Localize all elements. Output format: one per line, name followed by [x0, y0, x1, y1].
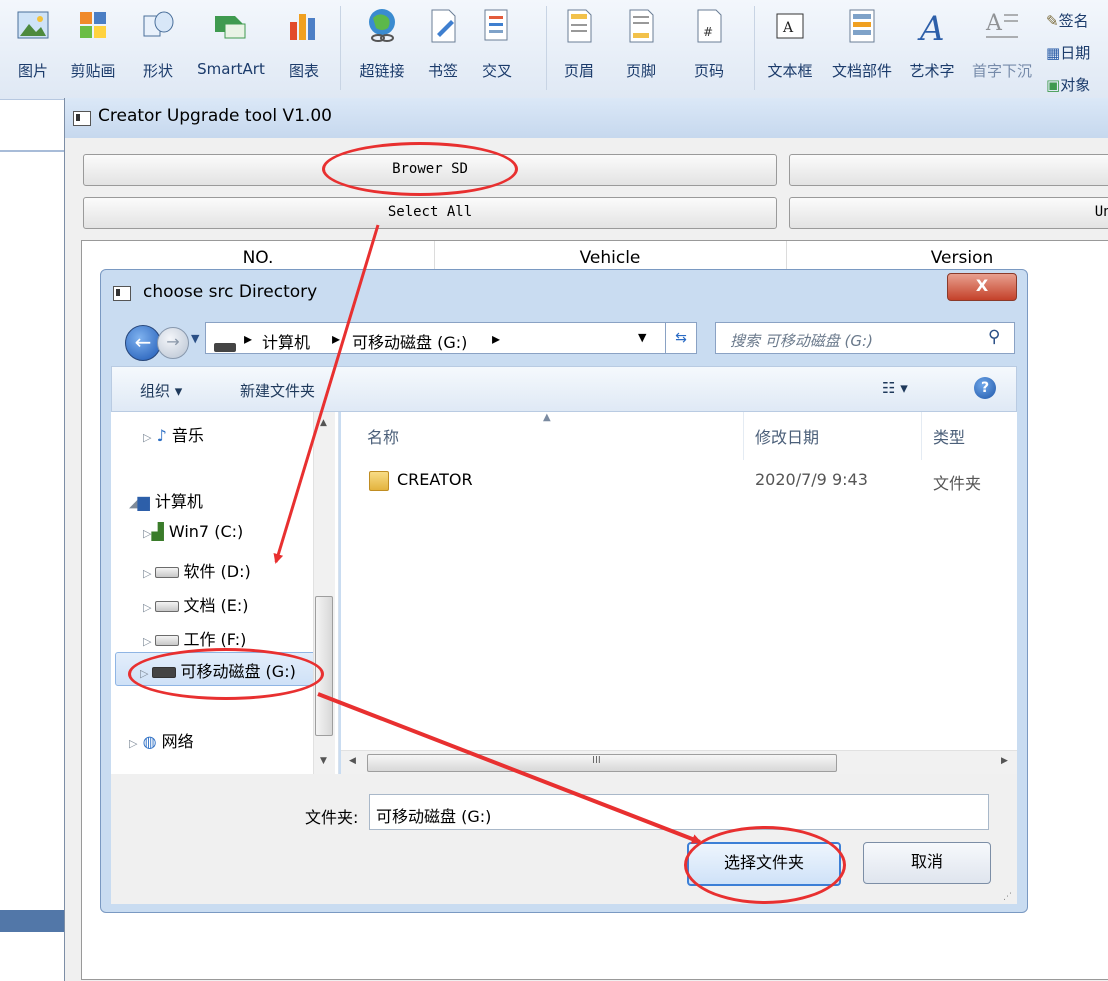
annotation-arrows: [273, 224, 702, 844]
annotation-arrow-2: [317, 692, 702, 844]
annotation-arrow-1: [273, 224, 380, 564]
